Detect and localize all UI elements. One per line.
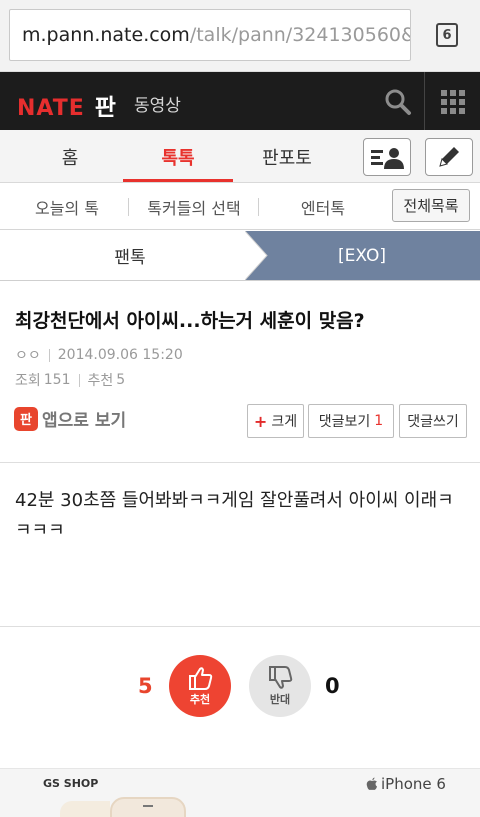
open-in-app-label: 앱으로 보기 xyxy=(42,411,127,431)
views-count: 151 xyxy=(43,372,71,388)
downvote-count: 0 xyxy=(325,674,340,698)
ad-phone-image xyxy=(110,797,186,817)
main-tabs: 홈 톡톡 판포토 xyxy=(0,130,480,183)
menu-grid-icon[interactable] xyxy=(441,90,465,114)
upvote-count: 5 xyxy=(138,674,153,698)
header-divider xyxy=(424,72,425,130)
thumbs-up-icon xyxy=(189,666,213,690)
views-label: 조회 xyxy=(15,373,41,389)
tab-talk[interactable]: 톡톡 xyxy=(123,130,233,183)
url-path: /talk/pann/324130560&c xyxy=(189,24,411,46)
profile-list-icon xyxy=(371,148,404,169)
ad-product-label: iPhone 6 xyxy=(381,775,446,793)
ad-product-name: iPhone 6 xyxy=(366,775,446,793)
browser-toolbar: m.pann.nate.com/talk/pann/324130560&c 6 xyxy=(0,0,480,72)
tab-switcher-button[interactable]: 6 xyxy=(436,23,458,47)
upvote-label: 추천 xyxy=(189,692,211,706)
site-header: NATE 판 동영상 xyxy=(0,72,480,130)
meta-separator xyxy=(78,373,80,387)
pann-app-icon: 판 xyxy=(14,406,38,431)
open-in-app-button[interactable]: 판 앱으로 보기 xyxy=(14,406,126,431)
ad-brand-logo: GS SHOP xyxy=(43,777,99,790)
tab-home[interactable]: 홈 xyxy=(15,130,125,183)
write-comment-button[interactable]: 댓글쓰기 xyxy=(399,404,467,438)
comment-count: 1 xyxy=(374,413,384,429)
recommend-count: 5 xyxy=(116,372,126,388)
thumbs-down-icon xyxy=(269,665,293,689)
tab-pan-photo[interactable]: 판포토 xyxy=(232,130,342,183)
url-host: m.pann.nate.com xyxy=(22,24,190,46)
ad-banner[interactable]: GS SHOP iPhone 6 xyxy=(0,768,480,817)
font-size-button[interactable]: + 크게 xyxy=(247,404,304,438)
subnav-today-talk[interactable]: 오늘의 톡 xyxy=(12,184,122,230)
nate-pann-logo[interactable]: NATE 판 xyxy=(17,88,116,122)
subnav-separator xyxy=(258,198,259,216)
pencil-icon xyxy=(439,147,459,167)
upvote-button[interactable]: 추천 xyxy=(169,655,231,717)
downvote-button[interactable]: 반대 xyxy=(249,655,311,717)
recommend-label: 추천 xyxy=(87,373,114,389)
post-meta-author-date: ㅇㅇ 2014.09.06 15:20 xyxy=(15,345,183,365)
ad-phone-camera xyxy=(143,805,153,807)
view-comments-label: 댓글보기 xyxy=(318,414,371,430)
subnav-talkers-choice[interactable]: 톡커들의 선택 xyxy=(134,184,254,230)
pann-logo-text: 판 xyxy=(94,95,116,121)
post-date: 2014.09.06 15:20 xyxy=(57,347,183,363)
post-title: 최강천단에서 아이씨...하는거 세훈이 맞음? xyxy=(15,310,365,332)
video-link[interactable]: 동영상 xyxy=(134,91,181,116)
breadcrumb-board[interactable]: [EXO] xyxy=(262,231,462,280)
post-meta-stats: 조회 151 추천 5 xyxy=(15,370,125,390)
ad-phone-image xyxy=(60,801,110,817)
my-page-button[interactable] xyxy=(363,138,411,176)
breadcrumb: 팬톡 [EXO] xyxy=(0,231,480,281)
view-comments-button[interactable]: 댓글보기 1 xyxy=(308,404,394,438)
all-list-button[interactable]: 전체목록 xyxy=(392,189,470,222)
subnav-separator xyxy=(128,198,129,216)
post-body: 42분 30초쯤 들어봐봐ㅋㅋ게임 잘안풀려서 아이씨 이래ㅋㅋㅋㅋ xyxy=(15,490,454,541)
sub-navigation: 오늘의 톡 톡커들의 선택 엔터톡 전체목록 xyxy=(0,184,480,230)
nate-logo-text: NATE xyxy=(17,96,85,121)
downvote-label: 반대 xyxy=(269,692,291,706)
active-tab-indicator xyxy=(123,179,233,182)
subnav-enter-talk[interactable]: 엔터톡 xyxy=(268,184,378,230)
plus-icon: + xyxy=(253,411,268,431)
apple-icon xyxy=(366,777,377,790)
write-post-button[interactable] xyxy=(425,138,473,176)
url-field[interactable]: m.pann.nate.com/talk/pann/324130560&c xyxy=(9,9,411,61)
meta-separator xyxy=(48,348,50,362)
section-divider xyxy=(0,462,480,463)
post-author: ㅇㅇ xyxy=(15,348,41,364)
section-divider xyxy=(0,626,480,627)
font-size-label: 크게 xyxy=(271,414,298,430)
search-icon[interactable] xyxy=(384,88,412,116)
breadcrumb-category[interactable]: 팬톡 xyxy=(0,231,260,280)
